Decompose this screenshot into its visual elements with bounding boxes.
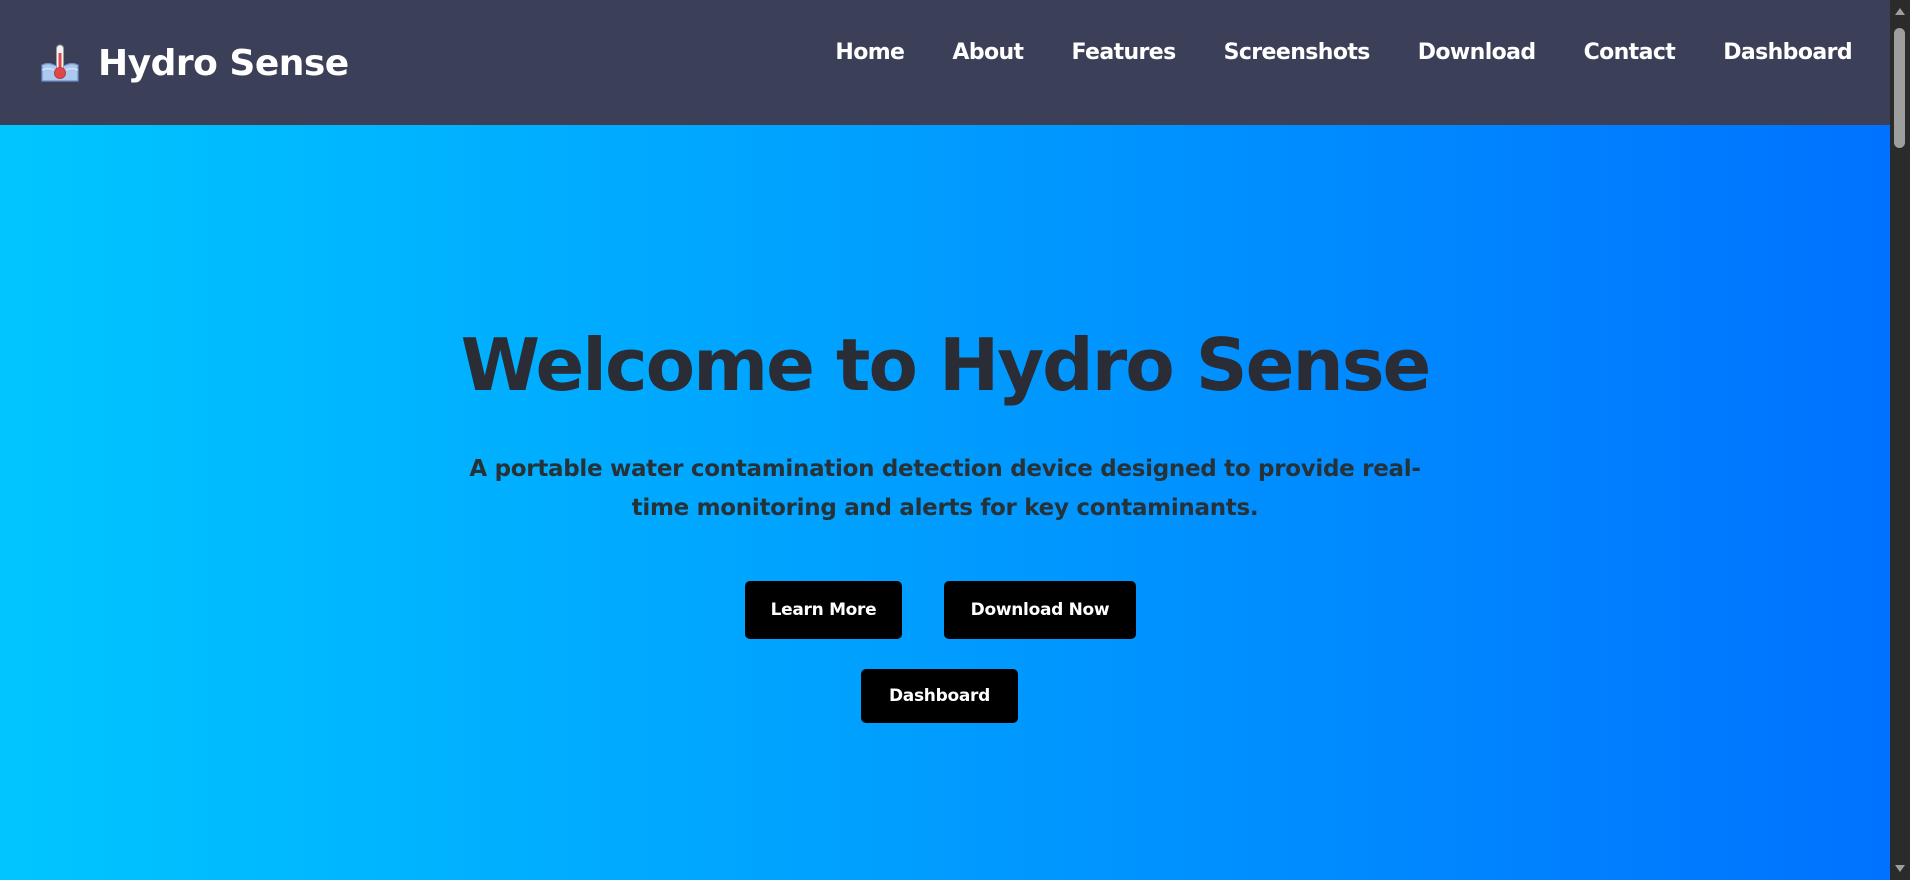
scrollbar-thumb[interactable] [1894, 28, 1905, 148]
nav-features[interactable]: Features [1071, 38, 1176, 68]
browser-viewport: Hydro Sense Home About Features Screensh… [0, 0, 1890, 880]
download-now-button[interactable]: Download Now [944, 581, 1136, 639]
scroll-down-arrow-icon[interactable] [1895, 865, 1905, 872]
scroll-up-arrow-icon[interactable] [1895, 8, 1905, 15]
nav-download[interactable]: Download [1418, 38, 1536, 68]
nav-screenshots[interactable]: Screenshots [1224, 38, 1371, 68]
nav-contact[interactable]: Contact [1584, 38, 1676, 68]
vertical-scrollbar[interactable] [1890, 0, 1910, 880]
nav-dashboard[interactable]: Dashboard [1723, 38, 1852, 68]
brand-title: Hydro Sense [98, 42, 349, 84]
hero-section: Welcome to Hydro Sense A portable water … [0, 125, 1890, 880]
site-header: Hydro Sense Home About Features Screensh… [0, 0, 1890, 125]
nav-about[interactable]: About [952, 38, 1024, 68]
dashboard-button[interactable]: Dashboard [861, 669, 1018, 723]
main-nav: Home About Features Screenshots Download… [835, 38, 1852, 68]
brand-logo[interactable]: Hydro Sense [38, 40, 349, 86]
learn-more-button[interactable]: Learn More [745, 581, 902, 639]
hero-title: Welcome to Hydro Sense [460, 323, 1432, 407]
water-level-thermometer-icon [38, 41, 82, 85]
nav-home[interactable]: Home [835, 38, 905, 68]
hero-subtitle: A portable water contamination detection… [469, 456, 1421, 521]
